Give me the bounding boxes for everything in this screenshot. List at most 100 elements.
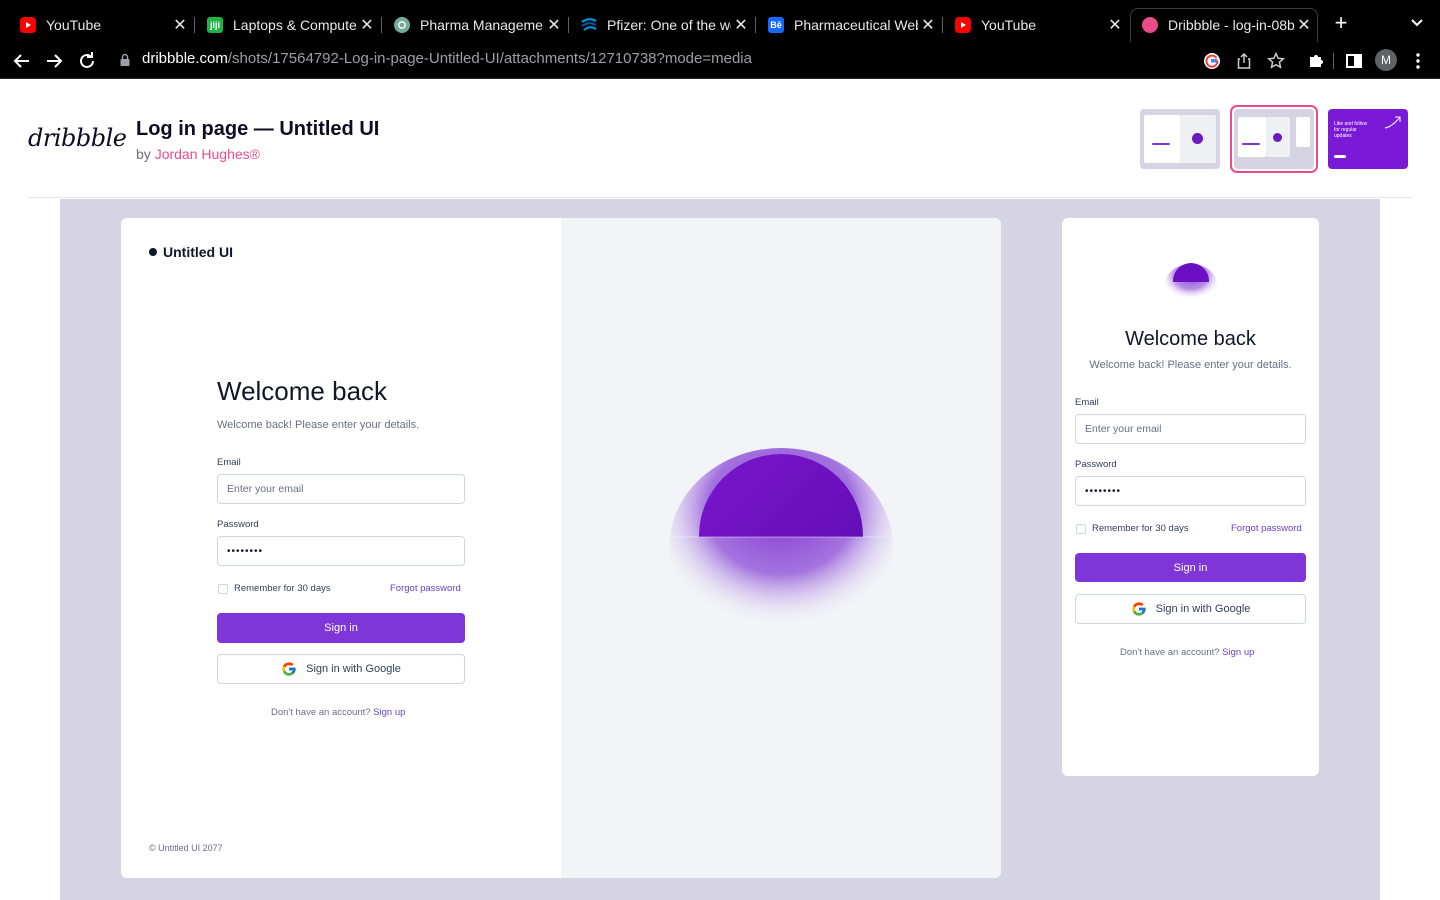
header-divider — [28, 197, 1412, 198]
brand-name: Untitled UI — [163, 244, 233, 260]
copyright: © Untitled UI 2077 — [149, 843, 223, 853]
welcome-heading: Welcome back — [217, 376, 388, 406]
tab-pharma-management[interactable]: Pharma Management ✕ — [382, 8, 569, 42]
dribbble-logo[interactable]: dribbble — [28, 124, 127, 152]
mobile-email-field[interactable]: Enter your email — [1075, 414, 1306, 444]
mobile-sign-in-label: Sign in — [1173, 561, 1208, 574]
password-field[interactable]: •••••••• — [217, 536, 465, 566]
url-host: dribbble.com — [142, 50, 228, 67]
more-vertical-icon[interactable] — [1408, 51, 1428, 71]
google-sign-in-label: Sign in with Google — [306, 663, 401, 675]
close-tab-icon[interactable]: ✕ — [918, 15, 938, 35]
side-panel-icon[interactable] — [1344, 51, 1364, 71]
tab-title: YouTube — [46, 17, 102, 33]
email-placeholder: Enter your email — [227, 483, 304, 495]
forward-arrow-icon[interactable] — [42, 49, 66, 73]
behance-icon: Bē — [768, 17, 784, 33]
purple-orb-illustration — [661, 448, 901, 648]
profile-avatar[interactable]: M — [1375, 49, 1397, 71]
mobile-email-placeholder: Enter your email — [1085, 423, 1162, 435]
extensions-puzzle-icon[interactable] — [1306, 51, 1326, 71]
youtube-icon — [955, 17, 971, 33]
share-icon[interactable] — [1234, 51, 1254, 71]
mobile-login-mockup: Welcome back Welcome back! Please enter … — [1062, 218, 1319, 776]
remember-label: Remember for 30 days — [234, 583, 331, 594]
arrow-icon — [1384, 116, 1401, 129]
no-account-text: Don't have an account? — [271, 707, 371, 718]
bookmark-star-icon[interactable] — [1266, 51, 1286, 71]
mobile-google-sign-in-label: Sign in with Google — [1155, 603, 1251, 615]
brand-logo: Untitled UI — [149, 244, 233, 260]
mobile-sign-up-link[interactable]: Sign up — [1222, 647, 1254, 658]
sign-up-link[interactable]: Sign up — [373, 707, 405, 718]
remember-checkbox[interactable] — [218, 584, 228, 594]
close-tab-icon[interactable]: ✕ — [1294, 15, 1314, 35]
brand-dot-icon — [149, 248, 157, 256]
pfizer-icon — [581, 17, 597, 33]
back-arrow-icon[interactable] — [10, 49, 34, 73]
mobile-sign-up-prompt: Don't have an account? Sign up — [1120, 647, 1254, 658]
attachment-thumbnail-1[interactable] — [1140, 109, 1220, 169]
close-tab-icon[interactable]: ✕ — [1105, 15, 1125, 35]
attachment-thumbnail-3[interactable]: Like and follow for regular updates — [1328, 109, 1408, 169]
mobile-welcome-heading: Welcome back — [1125, 328, 1256, 350]
tab-title: Pharma Management — [420, 17, 544, 33]
close-tab-icon[interactable]: ✕ — [544, 15, 564, 35]
url-field[interactable]: dribbble.com/shots/17564792-Log-in-page-… — [142, 50, 752, 67]
mobile-welcome-subheading: Welcome back! Please enter your details. — [1089, 359, 1292, 371]
shot-title: Log in page — Untitled UI — [136, 118, 380, 140]
mobile-remember-label: Remember for 30 days — [1092, 523, 1189, 534]
tab-laptops[interactable]: jiji Laptops & Computers ✕ — [195, 8, 382, 42]
close-tab-icon[interactable]: ✕ — [357, 15, 377, 35]
mobile-forgot-password-link[interactable]: Forgot password — [1231, 523, 1302, 534]
mobile-sign-in-button[interactable]: Sign in — [1075, 553, 1306, 582]
jiji-icon: jiji — [207, 17, 223, 33]
attachment-thumbnail-2[interactable] — [1234, 109, 1314, 169]
url-path: /shots/17564792-Log-in-page-Untitled-UI/… — [227, 50, 752, 67]
mobile-password-field[interactable]: •••••••• — [1075, 476, 1306, 506]
email-field[interactable]: Enter your email — [217, 474, 465, 504]
forgot-password-link[interactable]: Forgot password — [390, 583, 461, 594]
tab-youtube-2[interactable]: YouTube ✕ — [943, 8, 1129, 42]
new-tab-button[interactable]: + — [1330, 12, 1352, 34]
tab-title: Laptops & Computers — [233, 17, 357, 33]
google-lens-icon[interactable] — [1202, 51, 1222, 71]
google-icon — [1131, 602, 1146, 616]
profile-initial: M — [1381, 53, 1391, 67]
close-tab-icon[interactable]: ✕ — [731, 15, 751, 35]
illustration-panel — [561, 218, 1001, 878]
sign-in-button[interactable]: Sign in — [217, 613, 465, 643]
chatgpt-icon — [394, 17, 410, 33]
tab-title: Pharmaceutical Webs — [794, 17, 918, 33]
close-tab-icon[interactable]: ✕ — [170, 15, 190, 35]
tab-youtube-1[interactable]: YouTube ✕ — [8, 8, 195, 42]
tab-title: Dribbble - log-in-08b — [1168, 17, 1294, 33]
lock-icon[interactable] — [119, 53, 131, 72]
tab-pfizer[interactable]: Pfizer: One of the wor ✕ — [569, 8, 756, 42]
password-label: Password — [217, 519, 259, 530]
mobile-remember-checkbox[interactable] — [1076, 524, 1086, 534]
toolbar-separator — [1333, 53, 1334, 69]
author-link[interactable]: Jordan Hughes® — [155, 146, 260, 162]
sign-up-prompt: Don't have an account? Sign up — [271, 707, 405, 718]
shot-author-line: by Jordan Hughes® — [136, 146, 260, 162]
email-label: Email — [217, 457, 241, 468]
by-label: by — [136, 146, 151, 162]
mobile-email-label: Email — [1075, 397, 1099, 408]
mobile-google-sign-in-button[interactable]: Sign in with Google — [1075, 594, 1306, 624]
tab-dribbble-active[interactable]: Dribbble - log-in-08b ✕ — [1130, 8, 1318, 42]
mobile-no-account-text: Don't have an account? — [1120, 647, 1220, 658]
dribbble-icon — [1142, 17, 1158, 33]
mobile-password-value: •••••••• — [1085, 485, 1122, 497]
address-bar: dribbble.com/shots/17564792-Log-in-page-… — [0, 42, 1440, 79]
welcome-subheading: Welcome back! Please enter your details. — [217, 419, 420, 431]
tab-title: Pfizer: One of the wor — [607, 17, 731, 33]
youtube-icon — [20, 17, 36, 33]
google-sign-in-button[interactable]: Sign in with Google — [217, 654, 465, 684]
tab-bar: YouTube ✕ jiji Laptops & Computers ✕ Pha… — [0, 0, 1440, 42]
tab-pharmaceutical-websites[interactable]: Bē Pharmaceutical Webs ✕ — [756, 8, 943, 42]
desktop-login-mockup: Untitled UI Welcome back Welcome back! P… — [121, 218, 1001, 878]
reload-icon[interactable] — [75, 49, 99, 73]
tab-search-chevron-down-icon[interactable] — [1406, 12, 1428, 34]
mobile-password-label: Password — [1075, 459, 1117, 470]
